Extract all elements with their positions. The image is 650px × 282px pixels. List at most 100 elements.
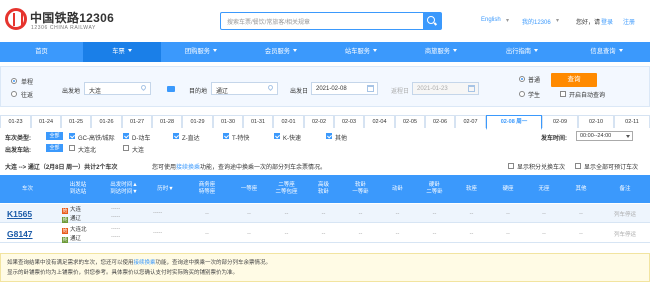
points-exchange-checkbox[interactable] <box>508 163 514 169</box>
date-tab[interactable]: 01-29 <box>182 115 213 128</box>
date-tab[interactable]: 02-06 <box>425 115 455 128</box>
type-t-checkbox[interactable] <box>223 133 229 139</box>
date-tab[interactable]: 02-02 <box>304 115 334 128</box>
chevron-down-icon <box>293 49 298 52</box>
type-d-checkbox[interactable] <box>123 133 129 139</box>
normal-ticket-label: 普通 <box>528 78 541 84</box>
brand-name[interactable]: 中国铁路12306 <box>30 9 114 26</box>
seat-cell: -- <box>284 210 289 217</box>
chevron-down-icon <box>626 135 630 138</box>
date-tab[interactable]: 02-03 <box>334 115 364 128</box>
register-link[interactable]: 注册 <box>623 17 635 26</box>
all-bookable-checkbox[interactable] <box>575 163 581 169</box>
oneway-radio[interactable] <box>11 78 17 84</box>
type-other-label: 其他 <box>335 136 348 142</box>
transfer-tip: 您可使用接续换乘功能，查询途中换乘一次的部分列车余票情况。 <box>152 165 327 171</box>
to-station: 终通辽 <box>62 236 82 243</box>
seat-cell: -- <box>395 210 400 217</box>
col-times[interactable]: 出发时间▲ 到达时间▼ <box>101 175 147 203</box>
chevron-down-icon <box>453 49 458 52</box>
date-tab[interactable]: 02-10 <box>578 115 614 128</box>
points-exchange-label: 显示积分兑换车次 <box>517 165 566 171</box>
notice-box: 如果查询结果中没有满足需求的车次，您还可以使用接续换乘功能，查询途中换乘一次的部… <box>0 253 650 282</box>
type-k-checkbox[interactable] <box>274 133 280 139</box>
arrive-time: ----- <box>111 214 121 220</box>
date-tab[interactable]: 02-07 <box>455 115 486 128</box>
from-station-input[interactable]: 大连 <box>84 82 151 95</box>
station-dalianbei-checkbox[interactable] <box>69 145 75 151</box>
railway-logo-icon[interactable] <box>5 8 27 30</box>
nav-group-service[interactable]: 团购服务 <box>161 42 241 62</box>
search-placeholder: 搜索车票/餐饮/常旅客/相关规章 <box>227 20 311 26</box>
type-gc-checkbox[interactable] <box>69 133 75 139</box>
train-type-all-button[interactable]: 全部 <box>46 132 63 140</box>
col-no-seat: 无座 <box>538 185 550 192</box>
date-tab[interactable]: 01-31 <box>243 115 273 128</box>
col-premium-sleeper: 高级 软卧 <box>317 182 329 195</box>
login-link[interactable]: 登录 <box>601 17 613 26</box>
seat-cell: -- <box>358 210 363 217</box>
depart-time: ----- <box>111 206 121 212</box>
calendar-icon <box>367 85 374 92</box>
depart-time-select[interactable]: 00:00--24:00 <box>576 131 633 141</box>
type-other-checkbox[interactable] <box>326 133 332 139</box>
to-station-input[interactable]: 通辽 <box>211 82 278 95</box>
date-tab[interactable]: 01-25 <box>61 115 91 128</box>
site-search-input[interactable]: 搜索车票/餐饮/常旅客/相关规章 <box>220 12 442 30</box>
date-tab[interactable]: 01-23 <box>0 115 31 128</box>
station-all-button[interactable]: 全部 <box>46 144 63 152</box>
date-tab[interactable]: 01-27 <box>122 115 152 128</box>
date-tab[interactable]: 02-05 <box>395 115 425 128</box>
date-tab[interactable]: 01-26 <box>91 115 122 128</box>
nav-station-service[interactable]: 站车服务 <box>321 42 401 62</box>
header: 中国铁路12306 12306 CHINA RAILWAY 搜索车票/餐饮/常旅… <box>0 0 650 42</box>
date-tab[interactable]: 01-24 <box>31 115 61 128</box>
return-date-input[interactable]: 2021-01-23 <box>412 82 479 95</box>
seat-cell: -- <box>542 230 546 237</box>
train-type-label: 车次类型: <box>5 136 31 142</box>
language-switch[interactable]: English <box>481 17 501 23</box>
normal-ticket-radio[interactable] <box>519 76 525 82</box>
train-number-link[interactable]: K1565 <box>7 209 32 219</box>
nav-tickets[interactable]: 车票 <box>83 42 161 62</box>
query-button[interactable]: 查询 <box>551 73 597 87</box>
main-nav: 首页 车票 团购服务 会员服务 站车服务 商旅服务 出行指南 信息查询 <box>0 42 650 62</box>
col-train[interactable]: 车次 <box>0 175 55 203</box>
nav-travel-guide[interactable]: 出行指南 <box>481 42 563 62</box>
train-number-link[interactable]: G8147 <box>7 229 33 239</box>
date-tab-selected[interactable]: 02-08 周一 <box>486 115 542 130</box>
col-duration[interactable]: 历时▼ <box>147 175 184 203</box>
col-other: 其他 <box>575 185 587 192</box>
roundtrip-radio[interactable] <box>11 91 17 97</box>
swap-stations-icon[interactable] <box>167 86 175 92</box>
station-dalian-checkbox[interactable] <box>123 145 129 151</box>
date-tab[interactable]: 01-28 <box>152 115 182 128</box>
chevron-down-icon <box>534 49 539 52</box>
transfer-link[interactable]: 接续换乘 <box>134 260 156 266</box>
auto-query-checkbox[interactable] <box>560 91 566 97</box>
seat-cell: -- <box>579 210 583 217</box>
date-tab[interactable]: 02-11 <box>614 115 650 128</box>
date-tabs: 01-23 01-24 01-25 01-26 01-27 01-28 01-2… <box>0 115 650 130</box>
type-k-label: K-快速 <box>283 136 302 142</box>
nav-member-service[interactable]: 会员服务 <box>241 42 321 62</box>
nav-home[interactable]: 首页 <box>0 42 83 62</box>
type-z-checkbox[interactable] <box>173 133 179 139</box>
nav-info-query[interactable]: 信息查询 <box>563 42 650 62</box>
depart-date-input[interactable]: 2021-02-08 <box>311 82 378 95</box>
seat-cell: -- <box>469 230 474 237</box>
date-tab[interactable]: 01-30 <box>213 115 243 128</box>
chevron-down-icon <box>373 49 378 52</box>
depart-time-label: 发车时间: <box>541 136 567 142</box>
depart-date-label: 出发日 <box>290 89 309 95</box>
nav-business-travel[interactable]: 商旅服务 <box>401 42 481 62</box>
date-tab[interactable]: 02-09 <box>542 115 578 128</box>
seat-cell: -- <box>506 230 510 237</box>
seat-cell: -- <box>284 230 289 237</box>
student-ticket-radio[interactable] <box>519 91 525 97</box>
search-icon[interactable] <box>423 13 441 29</box>
date-tab[interactable]: 02-01 <box>273 115 304 128</box>
my12306-link[interactable]: 我的12306 <box>522 17 551 26</box>
transfer-link[interactable]: 接续换乘 <box>176 165 200 171</box>
date-tab[interactable]: 02-04 <box>364 115 395 128</box>
